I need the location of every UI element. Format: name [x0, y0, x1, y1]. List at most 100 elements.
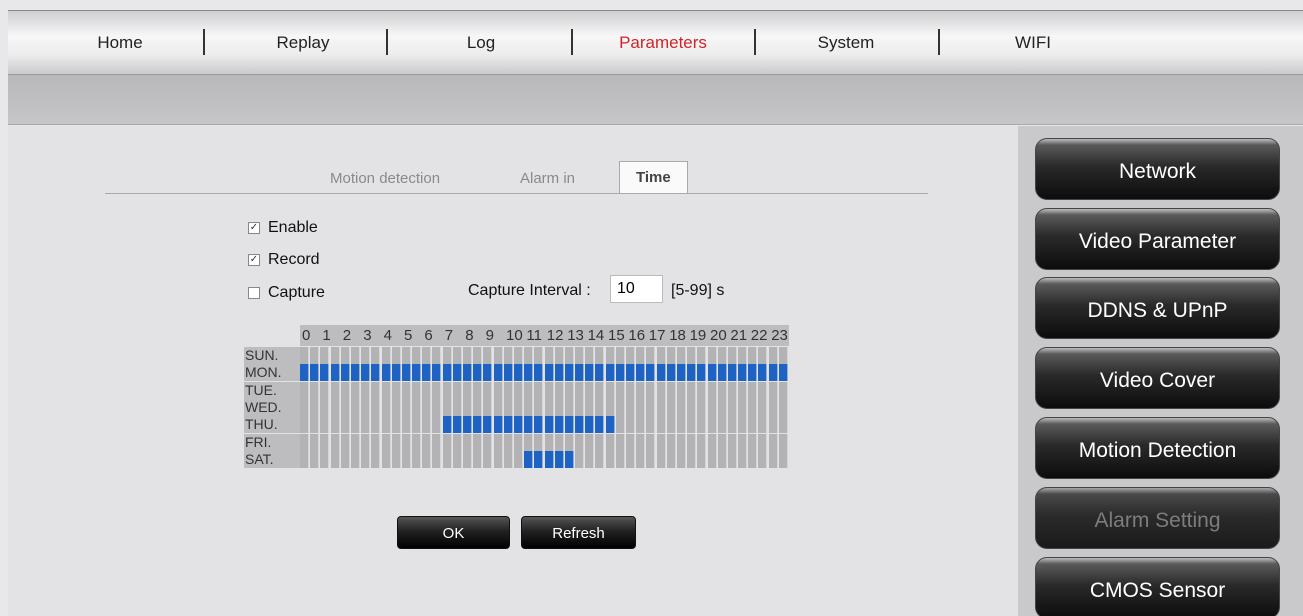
schedule-cell[interactable] [717, 398, 727, 416]
schedule-cell[interactable] [483, 381, 493, 399]
schedule-cell[interactable] [544, 381, 554, 399]
tab-time[interactable]: Time [619, 161, 688, 194]
schedule-cell[interactable] [727, 381, 737, 399]
schedule-cell[interactable] [738, 433, 748, 451]
schedule-cell[interactable] [473, 450, 483, 468]
schedule-cell[interactable] [687, 347, 697, 364]
schedule-cell[interactable] [615, 398, 625, 416]
schedule-cell[interactable] [727, 416, 737, 434]
schedule-cell[interactable] [361, 398, 371, 416]
schedule-cell[interactable] [707, 398, 717, 416]
schedule-cell[interactable] [656, 433, 666, 451]
schedule-cell[interactable] [534, 381, 544, 399]
schedule-cell[interactable] [361, 381, 371, 399]
schedule-cell[interactable] [778, 433, 788, 451]
schedule-cell[interactable] [656, 450, 666, 468]
schedule-cell[interactable] [401, 347, 411, 364]
schedule-cell[interactable] [727, 364, 737, 382]
schedule-cell[interactable] [666, 416, 676, 434]
schedule-cell[interactable] [656, 398, 666, 416]
side-menu-motion-detection[interactable]: Motion Detection [1035, 417, 1280, 479]
schedule-cell[interactable] [381, 381, 391, 399]
schedule-cell[interactable] [371, 347, 381, 364]
schedule-cell[interactable] [503, 347, 513, 364]
schedule-cell[interactable] [300, 450, 309, 468]
schedule-cell[interactable] [554, 416, 564, 434]
schedule-cell[interactable] [554, 381, 564, 399]
schedule-cell[interactable] [544, 364, 554, 382]
schedule-cell[interactable] [687, 433, 697, 451]
schedule-cell[interactable] [778, 364, 788, 382]
schedule-cell[interactable] [422, 450, 432, 468]
schedule-cell[interactable] [646, 381, 656, 399]
schedule-cell[interactable] [371, 433, 381, 451]
schedule-cell[interactable] [371, 450, 381, 468]
schedule-cell[interactable] [483, 433, 493, 451]
schedule-cell[interactable] [493, 450, 503, 468]
schedule-cell[interactable] [666, 381, 676, 399]
schedule-cell[interactable] [544, 416, 554, 434]
schedule-cell[interactable] [401, 381, 411, 399]
schedule-cell[interactable] [371, 364, 381, 382]
schedule-cell[interactable] [330, 416, 340, 434]
schedule-cell[interactable] [350, 416, 360, 434]
schedule-cell[interactable] [564, 364, 574, 382]
schedule-cell[interactable] [483, 398, 493, 416]
schedule-cell[interactable] [432, 398, 442, 416]
schedule-cell[interactable] [432, 416, 442, 434]
schedule-cell[interactable] [361, 364, 371, 382]
schedule-cell[interactable] [442, 450, 452, 468]
schedule-cell[interactable] [452, 347, 462, 364]
schedule-cell[interactable] [666, 398, 676, 416]
schedule-cell[interactable] [473, 381, 483, 399]
schedule-cell[interactable] [412, 381, 422, 399]
schedule-cell[interactable] [310, 364, 320, 382]
schedule-cell[interactable] [503, 398, 513, 416]
schedule-cell[interactable] [391, 450, 401, 468]
side-menu-ddns-upnp[interactable]: DDNS & UPnP [1035, 277, 1280, 339]
schedule-cell[interactable] [727, 433, 737, 451]
nav-item-wifi[interactable]: WIFI [953, 33, 1113, 53]
schedule-cell[interactable] [595, 381, 605, 399]
schedule-cell[interactable] [300, 416, 309, 434]
schedule-cell[interactable] [605, 347, 615, 364]
schedule-cell[interactable] [605, 450, 615, 468]
schedule-cell[interactable] [666, 433, 676, 451]
schedule-cell[interactable] [778, 416, 788, 434]
schedule-cell[interactable] [371, 381, 381, 399]
schedule-cell[interactable] [473, 347, 483, 364]
schedule-cell[interactable] [615, 450, 625, 468]
schedule-cell[interactable] [768, 416, 778, 434]
schedule-cell[interactable] [687, 416, 697, 434]
schedule-cell[interactable] [615, 416, 625, 434]
schedule-cell[interactable] [636, 450, 646, 468]
schedule-cell[interactable] [432, 364, 442, 382]
schedule-cell[interactable] [524, 398, 534, 416]
schedule-cell[interactable] [310, 398, 320, 416]
schedule-cell[interactable] [575, 347, 585, 364]
schedule-cell[interactable] [381, 347, 391, 364]
schedule-cell[interactable] [330, 450, 340, 468]
schedule-cell[interactable] [768, 347, 778, 364]
schedule-cell[interactable] [758, 364, 768, 382]
schedule-cell[interactable] [340, 381, 350, 399]
schedule-cell[interactable] [483, 347, 493, 364]
nav-item-parameters[interactable]: Parameters [583, 33, 743, 53]
schedule-cell[interactable] [646, 398, 656, 416]
schedule-cell[interactable] [575, 381, 585, 399]
schedule-cell[interactable] [676, 398, 686, 416]
schedule-cell[interactable] [513, 416, 523, 434]
schedule-cell[interactable] [727, 347, 737, 364]
schedule-cell[interactable] [422, 381, 432, 399]
schedule-cell[interactable] [310, 416, 320, 434]
schedule-cell[interactable] [524, 433, 534, 451]
schedule-cell[interactable] [554, 398, 564, 416]
schedule-cell[interactable] [483, 364, 493, 382]
schedule-cell[interactable] [738, 450, 748, 468]
schedule-cell[interactable] [432, 381, 442, 399]
schedule-cell[interactable] [371, 416, 381, 434]
schedule-cell[interactable] [534, 433, 544, 451]
schedule-cell[interactable] [340, 398, 350, 416]
schedule-cell[interactable] [758, 450, 768, 468]
schedule-cell[interactable] [564, 347, 574, 364]
